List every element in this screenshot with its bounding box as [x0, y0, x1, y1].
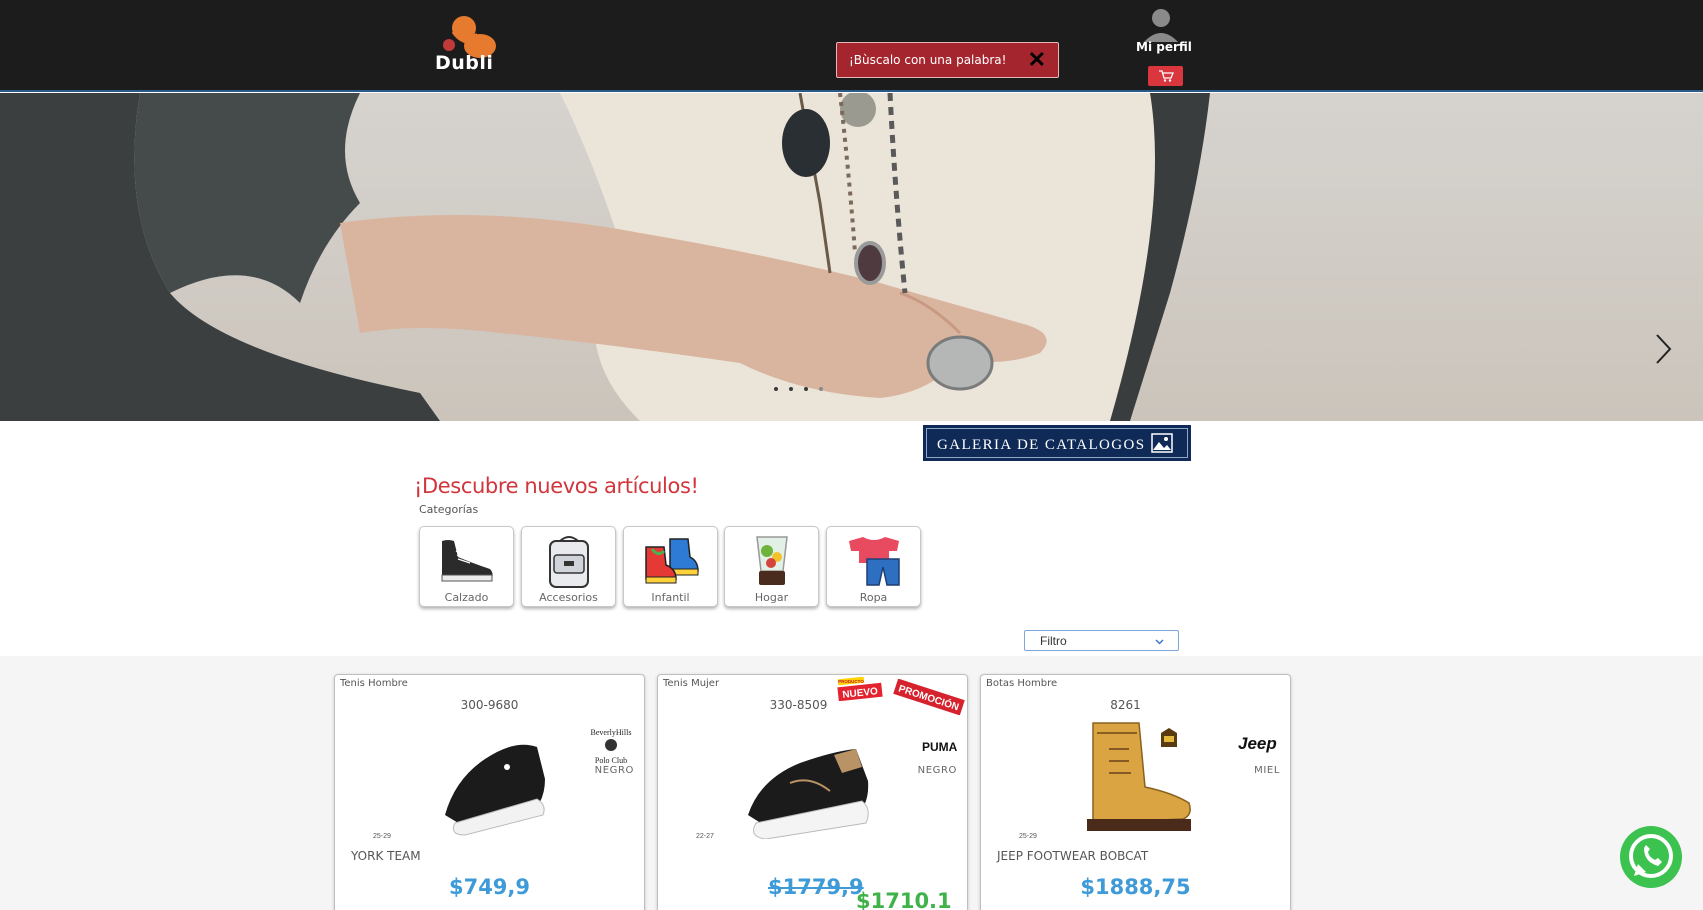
product-card[interactable]: Tenis Hombre 300-9680 BeverlyHills Polo … [334, 674, 645, 910]
hero-slider[interactable] [0, 93, 1703, 421]
filter-select[interactable]: Filtro [1024, 630, 1179, 651]
slider-dot[interactable] [804, 387, 808, 391]
page: Dubli ¡Bùscalo con una palabra! ✕ Mi per… [0, 0, 1703, 910]
svg-text:BeverlyHills: BeverlyHills [591, 728, 632, 737]
search-bar[interactable]: ¡Bùscalo con una palabra! ✕ [836, 42, 1059, 78]
nuevo-badge: PRODUCTO NUEVO [837, 677, 883, 701]
category-label: Hogar [754, 591, 789, 604]
product-sizes: 25-29 [373, 833, 391, 840]
clothes-icon [849, 537, 900, 586]
product-sku: 8261 [1110, 698, 1141, 712]
product-name: JEEP FOOTWEAR BOBCAT [997, 849, 1149, 863]
backpack-icon [549, 536, 589, 588]
product-image[interactable] [1053, 719, 1203, 839]
category-label: Ropa [859, 591, 888, 604]
badge-small-label: PRODUCTO [838, 679, 864, 684]
cart-icon [1159, 70, 1174, 82]
product-image[interactable] [415, 719, 565, 839]
brand-logo: BeverlyHills Polo Club [591, 728, 632, 765]
product-color: NEGRO [594, 765, 634, 776]
product-price: $749,9 [448, 875, 531, 899]
chevron-down-icon [1155, 639, 1164, 645]
product-name: YORK TEAM [351, 849, 421, 863]
product-color: MIEL [1254, 765, 1280, 776]
boot-tag-icon [1161, 728, 1177, 747]
blender-icon [756, 536, 788, 585]
cart-button[interactable] [1148, 66, 1183, 86]
category-label: Calzado [444, 591, 489, 604]
svg-text:Polo Club: Polo Club [595, 756, 627, 765]
product-image[interactable] [730, 719, 880, 839]
logo-text: Dubli [435, 52, 494, 74]
slider-dot[interactable] [774, 387, 778, 391]
close-icon[interactable]: ✕ [1028, 48, 1046, 72]
category-calzado[interactable]: Calzado [419, 526, 514, 607]
galeria-label: GALERIA DE CATALOGOS [937, 437, 1146, 453]
badge-nuevo-label: NUEVO [842, 686, 879, 701]
category-infantil[interactable]: Infantil [623, 526, 718, 607]
product-color: NEGRO [917, 765, 957, 776]
product-category: Tenis Hombre [340, 678, 408, 689]
brand-logo: PUMA [922, 740, 958, 754]
product-sizes: 25-29 [1019, 833, 1037, 840]
product-category: Tenis Mujer [663, 678, 720, 689]
category-label: Infantil [651, 591, 690, 604]
category-label: Accesorios [539, 591, 598, 604]
search-placeholder[interactable]: ¡Bùscalo con una palabra! [849, 53, 1006, 67]
category-ropa[interactable]: Ropa [826, 526, 921, 607]
galeria-catalogos-button[interactable]: GALERIA DE CATALOGOS [923, 425, 1191, 461]
hero-image [0, 93, 1703, 421]
svg-text:PUMA: PUMA [922, 740, 958, 754]
kids-shoes-icon [645, 538, 699, 584]
category-hogar[interactable]: Hogar [724, 526, 819, 607]
category-accesorios[interactable]: Accesorios [521, 526, 616, 607]
discover-title: ¡Descubre nuevos artículos! [414, 474, 699, 498]
product-price-old: $1779,9 [768, 875, 864, 899]
promocion-badge: PROMOCIÓN [893, 679, 965, 715]
slider-dot[interactable] [789, 387, 793, 391]
brand-logo: Jeep [1238, 734, 1277, 753]
chevron-right-icon[interactable] [1653, 333, 1673, 365]
product-card[interactable]: Botas Hombre 8261 Jeep MIEL 25-29 JEEP F… [980, 674, 1291, 910]
product-card[interactable]: Tenis Mujer 330-8509 PRODUCTO NUEVO PROM… [657, 674, 968, 910]
product-price: $1888,75 [1080, 875, 1191, 899]
whatsapp-button[interactable] [1620, 826, 1682, 888]
product-price-new: $1710.1 [856, 889, 952, 910]
filter-selected: Filtro [1040, 634, 1067, 648]
slider-dots [774, 378, 834, 396]
categories-label: Categorías [419, 503, 479, 516]
top-header: Dubli ¡Bùscalo con una palabra! ✕ Mi per… [0, 0, 1703, 92]
whatsapp-icon [1629, 834, 1673, 878]
price-old-value: $1779,9 [768, 875, 864, 899]
image-icon [1151, 433, 1173, 453]
sneaker-icon [441, 540, 493, 582]
product-sizes: 22-27 [696, 833, 714, 840]
profile-label[interactable]: Mi perfil [1136, 40, 1192, 54]
product-sku: 300-9680 [460, 698, 519, 712]
product-category: Botas Hombre [986, 678, 1058, 689]
svg-text:Jeep: Jeep [1238, 734, 1277, 753]
slider-dot[interactable] [819, 387, 823, 391]
